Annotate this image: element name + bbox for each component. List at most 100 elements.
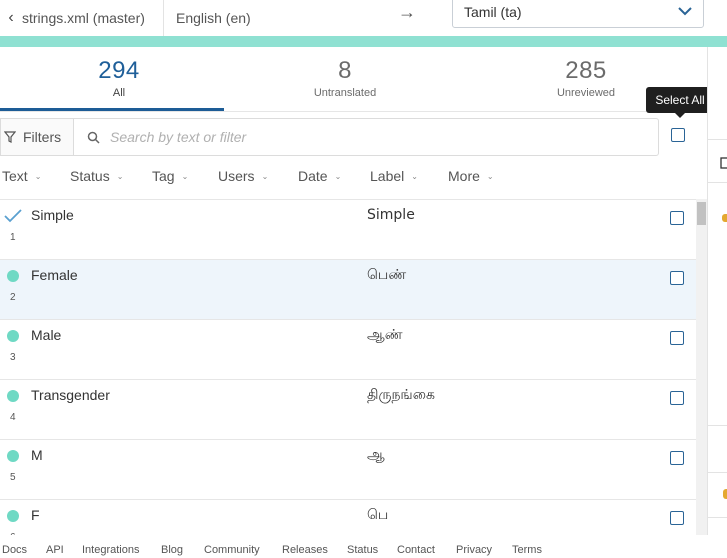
caret-down-icon: ⌄ xyxy=(34,171,42,181)
all-count: 294 xyxy=(98,57,140,84)
copy-icon[interactable] xyxy=(720,157,727,169)
row-checkbox[interactable] xyxy=(670,271,684,285)
warning-indicator-icon xyxy=(722,214,727,222)
facet-label: More xyxy=(448,168,480,184)
footer-link-contact[interactable]: Contact xyxy=(397,544,435,556)
footer-link-terms[interactable]: Terms xyxy=(512,544,542,556)
translated-status-dot xyxy=(7,330,19,342)
divider xyxy=(708,425,727,426)
translated-status-dot xyxy=(7,390,19,402)
string-row[interactable]: M 5 ஆ xyxy=(0,440,696,500)
unreviewed-count: 285 xyxy=(565,57,607,84)
row-checkbox[interactable] xyxy=(670,331,684,345)
string-row[interactable]: Transgender 4 திருநங்கை xyxy=(0,380,696,440)
facet-users[interactable]: Users ⌄ xyxy=(218,163,268,189)
footer-link-releases[interactable]: Releases xyxy=(282,544,328,556)
translation-text: ஆண் xyxy=(367,327,403,343)
facet-label: Text xyxy=(2,168,28,184)
filters-button[interactable]: Filters xyxy=(0,118,73,156)
search-icon xyxy=(87,131,100,144)
divider xyxy=(708,182,727,183)
row-checkbox[interactable] xyxy=(670,211,684,225)
facet-more[interactable]: More ⌄ xyxy=(448,163,494,189)
facet-bar: Text ⌄ Status ⌄ Tag ⌄ Users ⌄ Date ⌄ Label ⌄ M… xyxy=(0,163,700,189)
translation-text: Simple xyxy=(367,207,415,223)
filter-icon xyxy=(4,131,16,143)
source-text: Simple xyxy=(31,207,74,223)
editor-topbar: ‹ strings.xml (master) English (en) → Ta… xyxy=(0,0,727,36)
chevron-down-icon xyxy=(678,7,692,16)
string-row[interactable]: Female 2 பெண் xyxy=(0,260,696,320)
caret-down-icon: ⌄ xyxy=(261,171,269,181)
translated-status-dot xyxy=(7,450,19,462)
string-row[interactable]: Simple 1 Simple xyxy=(0,200,696,260)
untranslated-count: 8 xyxy=(338,57,352,84)
facet-date[interactable]: Date ⌄ xyxy=(298,163,341,189)
warning-indicator-icon xyxy=(723,489,727,499)
source-text: F xyxy=(31,507,40,523)
translated-status-dot xyxy=(7,270,19,282)
translation-text: திருநங்கை xyxy=(367,387,435,403)
footer-link-api[interactable]: API xyxy=(46,544,64,556)
footer-link-status[interactable]: Status xyxy=(347,544,378,556)
source-text: Transgender xyxy=(31,387,110,403)
arrow-right-icon: → xyxy=(398,2,416,22)
string-row[interactable]: Male 3 ஆண் xyxy=(0,320,696,380)
translation-text: ஆ xyxy=(367,447,385,463)
search-input[interactable] xyxy=(110,129,630,145)
filters-label: Filters xyxy=(23,129,62,145)
translated-status-dot xyxy=(7,510,19,522)
row-index: 3 xyxy=(10,352,16,363)
list-scrollbar[interactable] xyxy=(696,199,707,535)
facet-label: Tag xyxy=(152,168,175,184)
divider xyxy=(708,517,727,518)
row-index: 1 xyxy=(10,232,16,243)
scrollbar-thumb[interactable] xyxy=(697,202,706,225)
facet-label-text: Label xyxy=(370,168,405,184)
untranslated-label: Untranslated xyxy=(313,87,377,99)
source-language: English (en) xyxy=(176,0,251,36)
source-text: M xyxy=(31,447,43,463)
row-checkbox[interactable] xyxy=(670,451,684,465)
facet-label: Date xyxy=(298,168,328,184)
checkmark-icon xyxy=(4,209,22,223)
row-index: 4 xyxy=(10,412,16,423)
row-checkbox[interactable] xyxy=(670,511,684,525)
file-breadcrumb[interactable]: ‹ strings.xml (master) xyxy=(0,0,145,36)
caret-down-icon: ⌄ xyxy=(411,171,418,181)
tab-untranslated[interactable]: 8 Untranslated xyxy=(226,47,464,111)
caret-down-icon: ⌄ xyxy=(486,171,494,181)
facet-tag[interactable]: Tag ⌄ xyxy=(152,163,188,189)
facet-status[interactable]: Status ⌄ xyxy=(70,163,123,189)
editor-side-panel xyxy=(707,47,727,535)
facet-label[interactable]: Label ⌄ xyxy=(370,163,418,189)
divider xyxy=(163,0,164,36)
target-language-select[interactable]: Tamil (ta) xyxy=(452,0,704,28)
row-index: 5 xyxy=(10,472,16,483)
string-row[interactable]: F 6 பெ xyxy=(0,500,696,535)
translation-text: பெண் xyxy=(367,267,407,283)
footer-links: Docs API Integrations Blog Community Rel… xyxy=(0,535,727,558)
tab-all[interactable]: 294 All xyxy=(0,47,238,111)
facet-text[interactable]: Text ⌄ xyxy=(2,163,41,189)
select-all-checkbox[interactable] xyxy=(671,128,685,142)
translation-text: பெ xyxy=(367,507,389,523)
facet-label: Users xyxy=(218,168,255,184)
row-checkbox[interactable] xyxy=(670,391,684,405)
translation-progress-bar xyxy=(0,36,727,47)
footer-link-blog[interactable]: Blog xyxy=(161,544,183,556)
facet-label: Status xyxy=(70,168,110,184)
divider xyxy=(708,472,727,473)
target-language-value: Tamil (ta) xyxy=(464,4,522,20)
chevron-left-icon[interactable]: ‹ xyxy=(0,9,22,27)
footer-link-privacy[interactable]: Privacy xyxy=(456,544,492,556)
footer-link-integrations[interactable]: Integrations xyxy=(82,544,139,556)
source-language-label: English (en) xyxy=(176,10,251,26)
file-name[interactable]: strings.xml (master) xyxy=(22,10,145,26)
footer-link-community[interactable]: Community xyxy=(204,544,260,556)
all-label: All xyxy=(112,87,126,99)
row-index: 2 xyxy=(10,292,16,303)
footer-link-docs[interactable]: Docs xyxy=(2,544,27,556)
caret-down-icon: ⌄ xyxy=(181,171,189,181)
search-box[interactable] xyxy=(73,118,659,156)
